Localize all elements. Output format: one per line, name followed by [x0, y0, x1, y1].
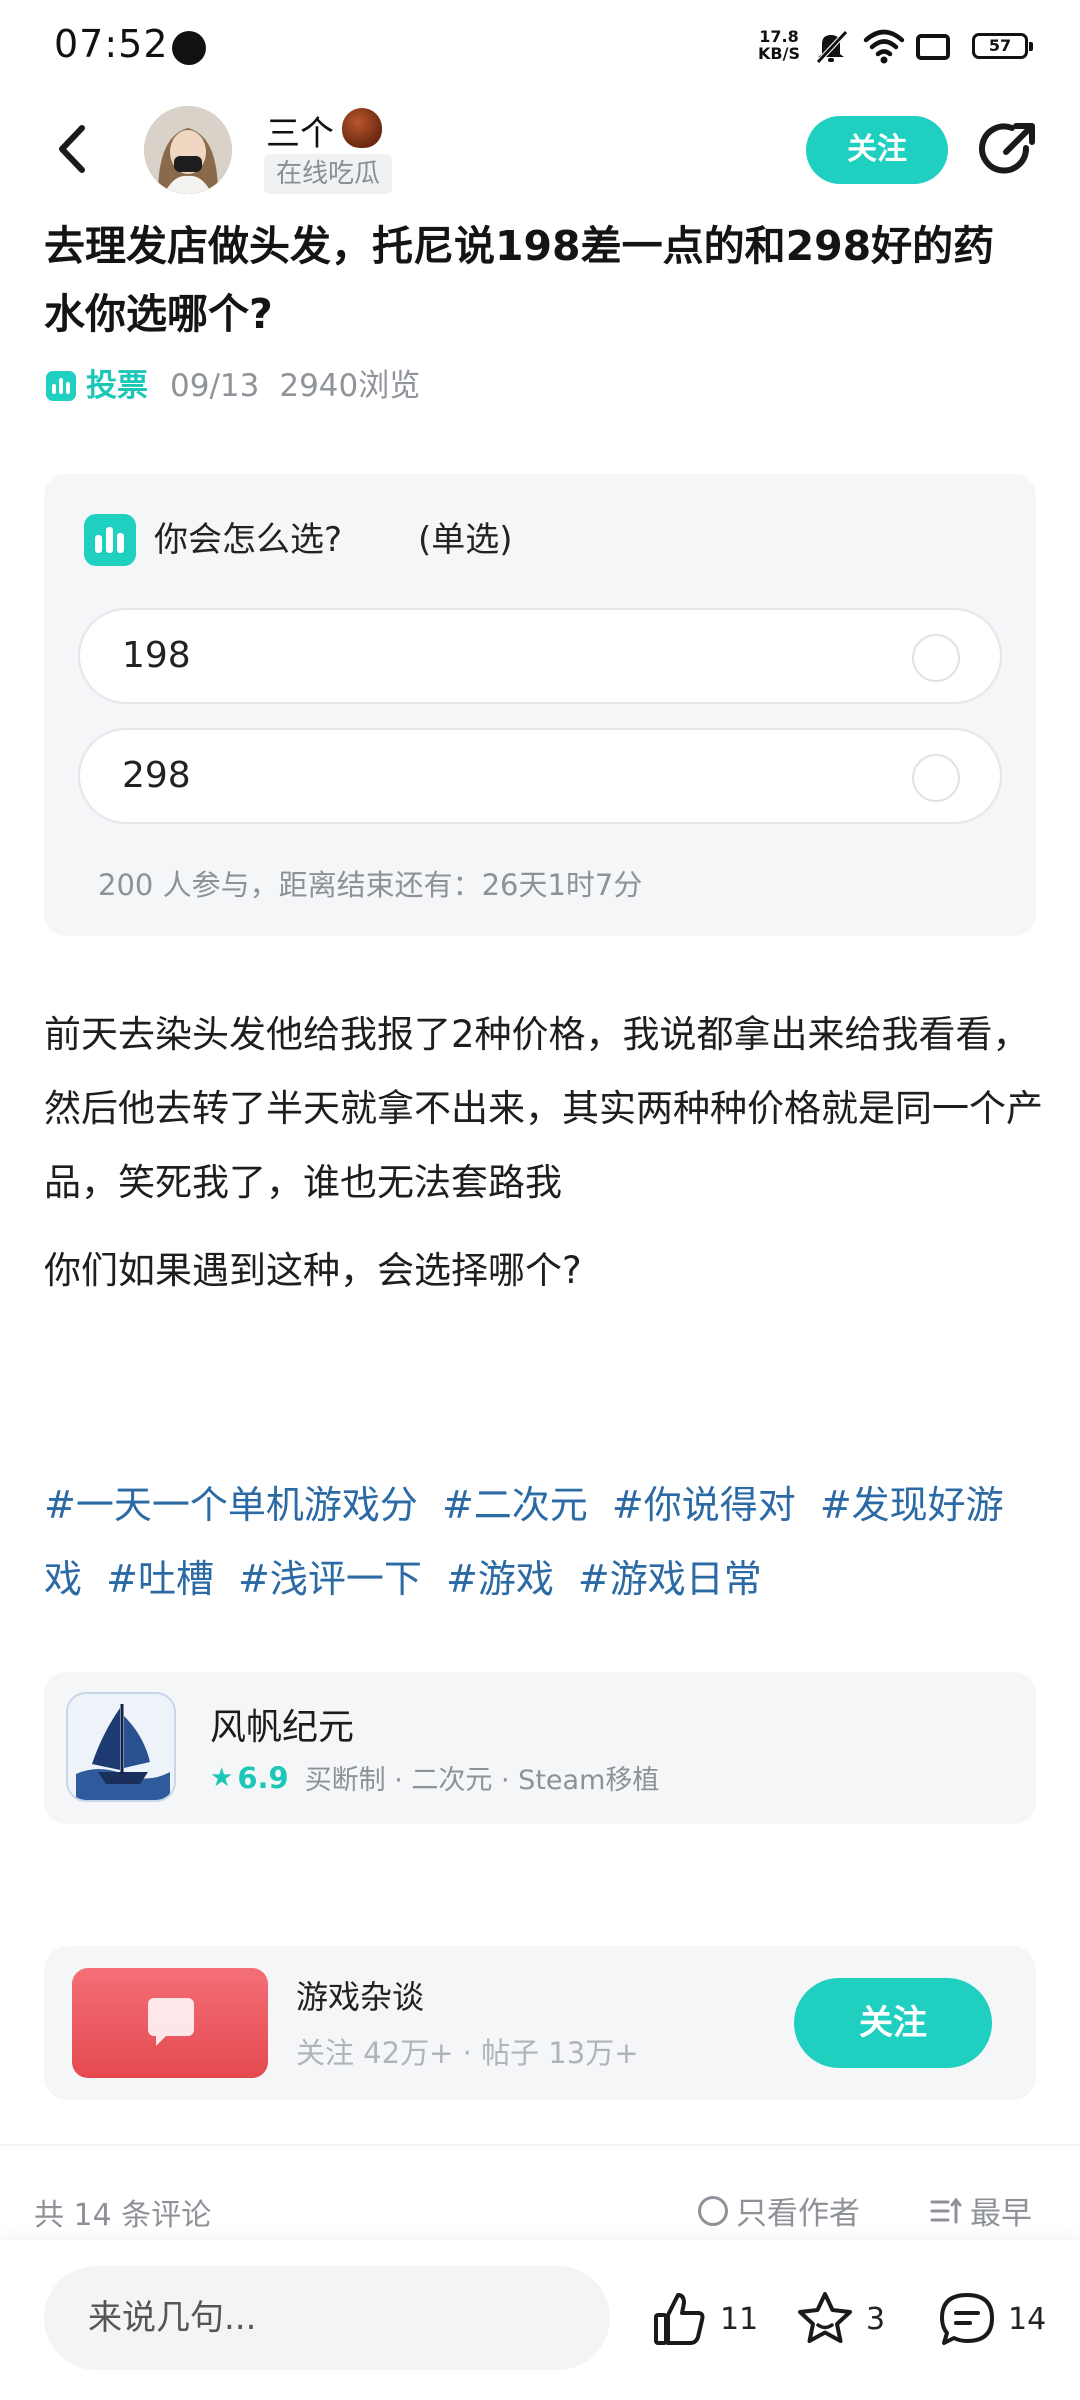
mute-bell-icon — [816, 30, 848, 64]
game-card[interactable]: 风帆纪元 ★ 6.9 买断制 · 二次元 · Steam移植 — [44, 1672, 1036, 1824]
topic-tag[interactable]: #你说得对 — [612, 1483, 796, 1527]
topic-tag[interactable]: #一天一个单机游戏分 — [44, 1483, 418, 1527]
avatar-portrait-icon — [144, 106, 232, 194]
poll-chart-icon — [84, 514, 136, 566]
post-type: 投票 — [86, 368, 148, 404]
forum-card[interactable]: 游戏杂谈 关注 42万+ · 帖子 13万+ 关注 — [44, 1946, 1036, 2100]
back-button[interactable] — [48, 118, 100, 180]
status-bar: 07:52 17.8 KB/S 57 — [0, 0, 1080, 92]
vote-icon — [46, 371, 76, 401]
game-rating: 6.9 — [237, 1760, 289, 1795]
topic-tag[interactable]: #浅评一下 — [238, 1557, 422, 1601]
poll-option-label: 198 — [122, 635, 191, 676]
topic-tag[interactable]: #二次元 — [442, 1483, 588, 1527]
author-tag: 在线吃瓜 — [264, 154, 393, 194]
poll-option-1[interactable]: 198 — [78, 608, 1002, 704]
post-paragraph: 你们如果遇到这种，会选择哪个? — [44, 1249, 582, 1292]
comment-button[interactable]: 14 — [936, 2284, 1046, 2354]
chestnut-emoji-icon — [342, 108, 382, 148]
poll-mode: (单选) — [418, 520, 513, 560]
favorite-button[interactable]: 3 — [794, 2284, 885, 2354]
post-body: 前天去染头发他给我报了2种价格，我说都拿出来给我看看，然后他去转了半天就拿不出来… — [44, 998, 1044, 1308]
follow-forum-button[interactable]: 关注 — [794, 1978, 992, 2068]
sailing-ship-icon — [68, 1694, 174, 1800]
bottom-action-bar: 来说几句... 11 3 14 — [0, 2240, 1080, 2400]
game-name: 风帆纪元 — [210, 1707, 355, 1748]
topic-tag[interactable]: #游戏日常 — [578, 1557, 762, 1601]
status-time: 07:52 — [54, 22, 169, 66]
like-count: 11 — [720, 2301, 759, 2337]
follow-author-button[interactable]: 关注 — [806, 116, 948, 184]
radio-circle-icon — [698, 2195, 728, 2226]
network-speed: 17.8 KB/S — [756, 28, 802, 62]
author-avatar[interactable] — [144, 106, 232, 194]
comment-count: 共 14 条评论 — [34, 2198, 212, 2233]
poll-option-label: 298 — [122, 755, 191, 796]
forum-chat-icon — [72, 1968, 268, 2078]
topic-tag[interactable]: #游戏 — [446, 1557, 554, 1601]
post-paragraph: 前天去染头发他给我报了2种价格，我说都拿出来给我看看，然后他去转了半天就拿不出来… — [44, 1013, 1043, 1204]
post-meta: 投票 09/13 2940浏览 — [46, 364, 420, 408]
comment-input[interactable]: 来说几句... — [44, 2266, 610, 2370]
poll-option-2[interactable]: 298 — [78, 728, 1002, 824]
comment-bubble-icon — [940, 2293, 994, 2345]
poll-footer: 200 人参与，距离结束还有：26天1时7分 — [98, 868, 643, 902]
game-icon — [66, 1692, 176, 1802]
radio-circle-icon[interactable] — [912, 754, 960, 802]
wifi-icon — [863, 29, 905, 64]
battery-icon: 57 — [972, 33, 1033, 59]
network-speed-unit: KB/S — [758, 44, 800, 63]
topic-tag[interactable]: #吐槽 — [106, 1557, 214, 1601]
author-only-label: 只看作者 — [736, 2196, 860, 2232]
screen-rotate-icon — [916, 34, 950, 60]
game-tags: 买断制 · 二次元 · Steam移植 — [304, 1765, 660, 1796]
star-outline-icon — [798, 2292, 852, 2343]
star-icon: ★ — [210, 1762, 234, 1793]
topic-tags: #一天一个单机游戏分 #二次元 #你说得对 #发现好游戏 #吐槽 #浅评一下 #… — [44, 1468, 1044, 1616]
comment-count-bottom: 14 — [1008, 2301, 1047, 2337]
post-title: 去理发店做头发，托尼说198差一点的和298好的药水你选哪个? — [44, 222, 995, 338]
forum-stats: 关注 42万+ · 帖子 13万+ — [296, 2036, 639, 2070]
favorite-count: 3 — [866, 2301, 886, 2337]
post-date: 09/13 — [170, 368, 260, 404]
network-speed-value: 17.8 — [759, 27, 799, 46]
sort-toggle[interactable]: 最早 — [930, 2188, 1032, 2233]
author-only-toggle[interactable]: 只看作者 — [698, 2188, 860, 2233]
sort-label: 最早 — [970, 2196, 1032, 2232]
poll-card: 你会怎么选? (单选) 198 298 200 人参与，距离结束还有：26天1时… — [44, 474, 1036, 936]
author-name[interactable]: 三个 — [266, 106, 334, 155]
divider — [0, 2144, 1080, 2146]
poll-question: 你会怎么选? — [154, 520, 343, 560]
like-button[interactable]: 11 — [650, 2284, 758, 2354]
forum-name: 游戏杂谈 — [296, 1978, 425, 2016]
game-info: ★ 6.9 买断制 · 二次元 · Steam移植 — [210, 1758, 659, 1797]
post-views: 2940浏览 — [279, 368, 421, 404]
radio-circle-icon[interactable] — [912, 634, 960, 682]
thumbs-up-icon — [654, 2293, 705, 2345]
share-button[interactable] — [976, 118, 1040, 182]
sort-icon — [930, 2197, 962, 2223]
notification-dot-icon — [172, 31, 206, 65]
